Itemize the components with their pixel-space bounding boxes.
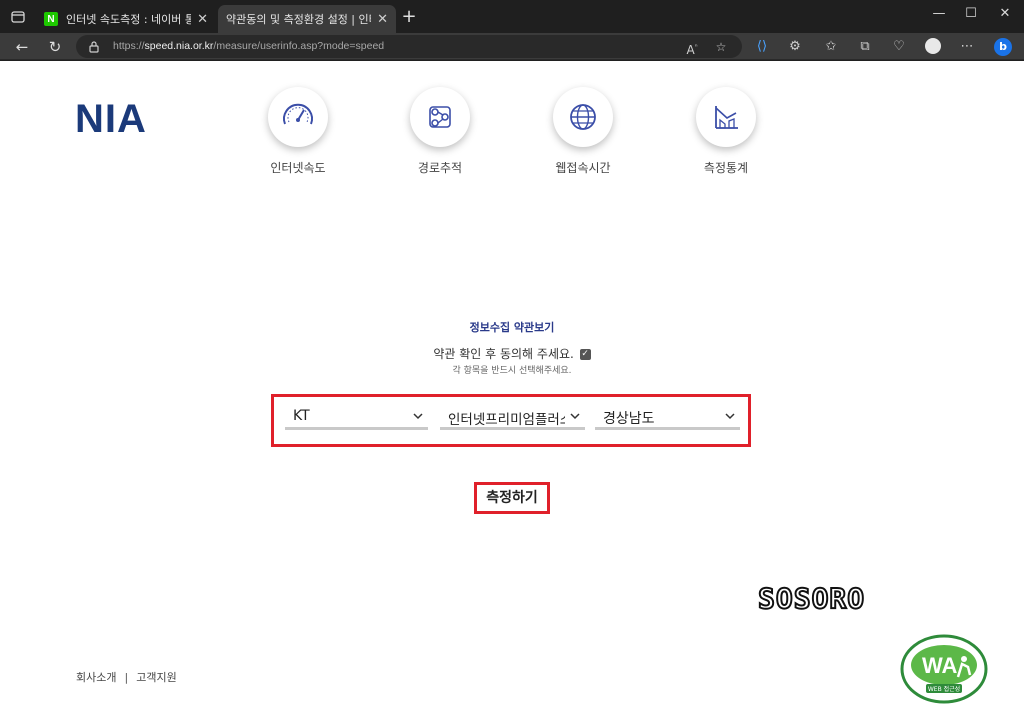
- naver-icon: N: [44, 12, 58, 26]
- menu-icon-circle: [268, 87, 328, 147]
- route-trace-icon: [429, 106, 451, 128]
- extensions-icon[interactable]: ⚙: [786, 38, 804, 56]
- tab-title: 약관동의 및 측정환경 설정 | 인터넷 속도측정: [226, 13, 371, 26]
- url-text: https://speed.nia.or.kr/measure/userinfo…: [113, 40, 384, 52]
- chevron-down-icon: [413, 413, 423, 420]
- browser-essentials-icon[interactable]: ♡: [890, 38, 908, 56]
- new-tab-icon[interactable]: +: [400, 8, 418, 26]
- tab-title: 인터넷 속도측정 : 네이버 통합검색: [66, 13, 192, 26]
- badge-text: WEB 접근성: [928, 685, 960, 693]
- tab-terms-settings[interactable]: 약관동의 및 측정환경 설정 | 인터넷 속도측정 ✕: [218, 5, 396, 80]
- agree-row: 약관 확인 후 동의해 주세요. ✓: [0, 345, 1024, 362]
- menu-icon-circle: [410, 87, 470, 147]
- web-accessibility-badge[interactable]: WA WEB 접근성: [898, 633, 990, 705]
- footer-links: 회사소개 | 고객지원: [76, 669, 177, 685]
- reload-icon[interactable]: ↻: [45, 37, 65, 57]
- product-select-value: 인터넷프리미엄플러스: [448, 412, 565, 428]
- maximize-icon[interactable]: ☐: [956, 6, 986, 26]
- help-text: 각 항목을 반드시 선택해주세요.: [452, 366, 572, 376]
- close-tab-icon[interactable]: ✕: [377, 12, 388, 27]
- lock-icon: [89, 41, 99, 53]
- start-measure-button[interactable]: 측정하기: [474, 482, 550, 514]
- footer-company-link[interactable]: 회사소개: [76, 671, 116, 684]
- browser-toolbar: ← ↻ https://speed.nia.or.kr/measure/user…: [0, 33, 1024, 60]
- url-host: speed.nia.or.kr: [144, 40, 214, 52]
- minimize-icon[interactable]: —: [924, 6, 954, 26]
- statistics-icon: [715, 106, 738, 129]
- copilot-icon[interactable]: b: [992, 38, 1014, 56]
- agree-checkbox[interactable]: ✓: [579, 349, 591, 360]
- footer-support-link[interactable]: 고객지원: [136, 671, 176, 684]
- svg-text:WA: WA: [922, 653, 958, 678]
- close-tab-icon[interactable]: ✕: [197, 12, 208, 27]
- menu-label: 측정통계: [703, 161, 749, 175]
- collections-icon[interactable]: ⧉: [856, 38, 874, 56]
- address-bar[interactable]: https://speed.nia.or.kr/measure/userinfo…: [76, 35, 742, 58]
- more-options-icon[interactable]: ⋯: [958, 38, 976, 56]
- nia-logo[interactable]: NIA: [75, 97, 147, 142]
- menu-web-access-time[interactable]: 웹접속시간: [533, 87, 633, 176]
- favorite-star-icon[interactable]: ☆: [713, 39, 729, 55]
- product-select[interactable]: 인터넷프리미엄플러스: [440, 403, 585, 430]
- menu-label: 인터넷속도: [270, 161, 326, 175]
- window-close-icon[interactable]: ✕: [990, 6, 1020, 26]
- terms-view-link[interactable]: 정보수집 약관보기: [0, 319, 1024, 335]
- agree-label: 약관 확인 후 동의해 주세요.: [433, 347, 574, 361]
- isp-select[interactable]: KT: [285, 403, 428, 430]
- menu-icon-circle: [553, 87, 613, 147]
- vscode-extension-icon[interactable]: ⟨⟩: [753, 38, 771, 56]
- sosoro-watermark: SOSORO: [757, 581, 866, 616]
- isp-select-value: KT: [293, 408, 310, 424]
- menu-route-trace[interactable]: 경로추적: [390, 87, 490, 176]
- profile-icon[interactable]: [924, 38, 942, 56]
- region-select-value: 경상남도: [603, 411, 655, 427]
- menu-label: 웹접속시간: [555, 161, 611, 175]
- footer-divider: |: [124, 671, 129, 684]
- browser-tab-bar: N 인터넷 속도측정 : 네이버 통합검색 ✕ 약관동의 및 측정환경 설정 |…: [0, 0, 1024, 80]
- favorites-icon[interactable]: ✩: [822, 38, 840, 56]
- menu-icon-circle: [696, 87, 756, 147]
- menu-label: 경로추적: [417, 161, 463, 175]
- speedometer-icon: [283, 103, 313, 125]
- back-icon[interactable]: ←: [12, 37, 32, 57]
- tab-naver-search[interactable]: N 인터넷 속도측정 : 네이버 통합검색 ✕: [36, 5, 216, 33]
- web-page: NIA 인터넷속도 경로추적 웹접속시간 측정통계 정보수집 약관보기 약관 확…: [0, 61, 1024, 724]
- globe-icon: [570, 104, 596, 130]
- menu-internet-speed[interactable]: 인터넷속도: [248, 87, 348, 176]
- chevron-down-icon: [570, 413, 580, 420]
- chevron-down-icon: [725, 413, 735, 420]
- read-aloud-icon[interactable]: Aⁿ: [684, 39, 700, 57]
- tab-actions-icon[interactable]: [8, 8, 28, 26]
- region-select[interactable]: 경상남도: [595, 403, 740, 430]
- menu-statistics[interactable]: 측정통계: [676, 87, 776, 176]
- url-scheme: https://: [113, 40, 145, 52]
- url-path: /measure/userinfo.asp?mode=speed: [213, 40, 385, 52]
